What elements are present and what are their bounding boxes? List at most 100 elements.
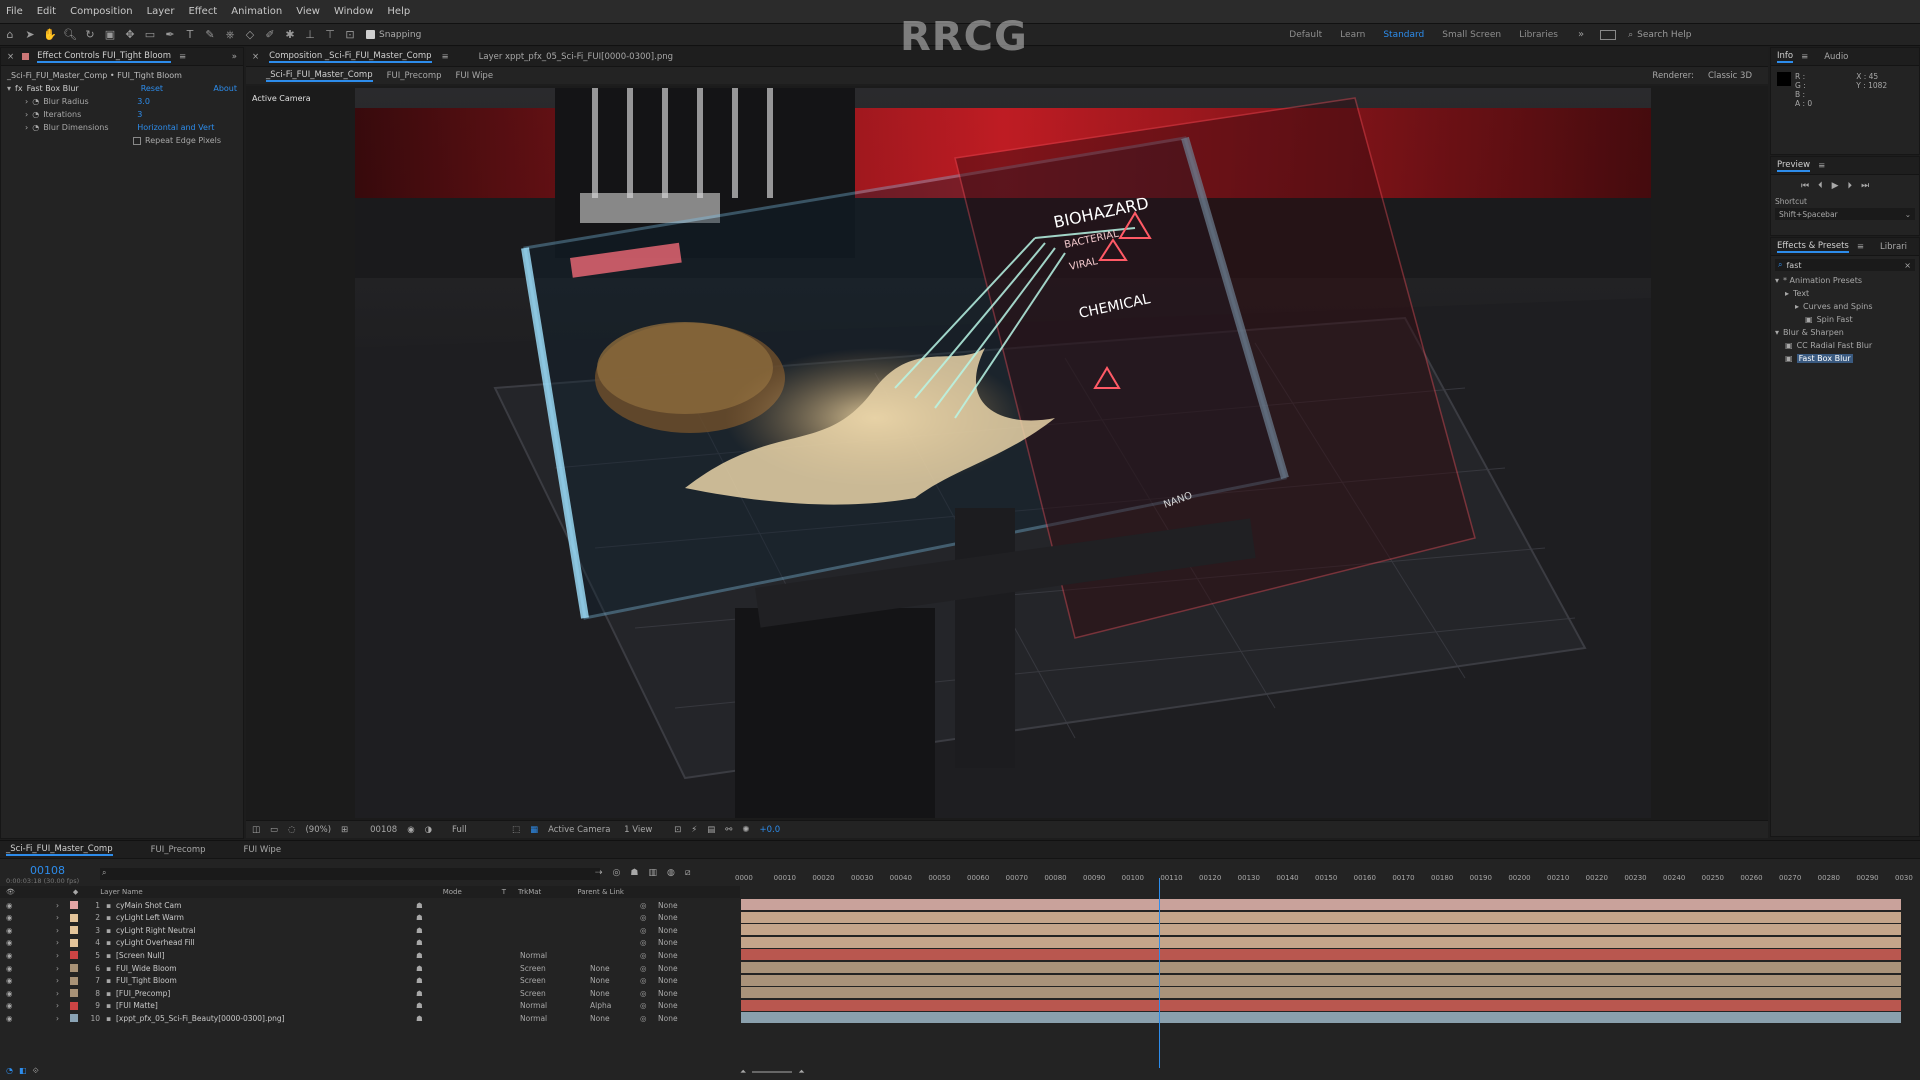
panel-menu-icon[interactable]: ≡: [179, 52, 186, 62]
resolution-dropdown[interactable]: Full: [452, 825, 502, 835]
trkmat-dropdown[interactable]: None: [590, 1014, 630, 1023]
menu-item-composition[interactable]: Composition: [70, 6, 132, 17]
trkmat-dropdown[interactable]: None: [590, 964, 630, 973]
layer-duration-bar[interactable]: [741, 936, 1901, 948]
parent-dropdown[interactable]: None: [658, 989, 718, 998]
puppet-tool-icon[interactable]: ✱: [282, 27, 298, 43]
layer-duration-bar[interactable]: [741, 1012, 1901, 1024]
render-time-icon[interactable]: ◔: [6, 1066, 13, 1076]
expand-arrow-icon[interactable]: ›: [25, 110, 28, 119]
layer-row[interactable]: ◉ › 5 ▪ [Screen Null] ☗ Normal ◎ None: [0, 949, 740, 961]
layer-name[interactable]: cyLight Overhead Fill: [116, 938, 416, 947]
selection-tool-icon[interactable]: ➤: [22, 27, 38, 43]
timeline-tab-2[interactable]: FUI Wipe: [244, 845, 282, 855]
expand-arrow-icon[interactable]: ›: [56, 938, 64, 947]
expand-arrow-icon[interactable]: ›: [25, 123, 28, 132]
pickwhip-icon[interactable]: ◎: [640, 926, 647, 935]
expand-arrow-icon[interactable]: ›: [56, 926, 64, 935]
label-color-swatch[interactable]: [70, 989, 78, 998]
mode-dropdown[interactable]: Screen: [520, 964, 560, 973]
exposure-value[interactable]: +0.0: [759, 825, 780, 835]
reset-link[interactable]: Reset: [141, 84, 163, 93]
expand-arrow-icon[interactable]: ›: [25, 97, 28, 106]
shy-switch-icon[interactable]: ☗: [416, 989, 436, 998]
tab-preview[interactable]: Preview: [1777, 160, 1811, 172]
layer-search-input[interactable]: ⌕: [100, 868, 600, 880]
eye-icon[interactable]: ◉: [6, 989, 16, 998]
tab-effects-presets[interactable]: Effects & Presets: [1777, 241, 1849, 253]
always-preview-icon[interactable]: ◫: [252, 825, 260, 835]
zoom-dropdown[interactable]: (90%): [305, 825, 331, 835]
time-ruler[interactable]: 0000 00010 00020 00030 00040 00050 00060 00070 0…: [735, 870, 1913, 896]
expand-arrow-icon[interactable]: ›: [56, 964, 64, 973]
label-color-swatch[interactable]: [70, 1001, 78, 1010]
parent-dropdown[interactable]: None: [658, 926, 718, 935]
label-color-swatch[interactable]: [70, 938, 78, 947]
layer-name[interactable]: cyLight Left Warm: [116, 913, 416, 922]
pan-behind-tool-icon[interactable]: ✥: [122, 27, 138, 43]
menu-item-layer[interactable]: Layer: [147, 6, 175, 17]
home-icon[interactable]: ⌂: [2, 27, 18, 43]
effects-tree-item[interactable]: ▸ Text: [1771, 287, 1919, 300]
about-link[interactable]: About: [213, 84, 237, 93]
mode-dropdown[interactable]: Screen: [520, 976, 560, 985]
mode-dropdown[interactable]: Screen: [520, 989, 560, 998]
brush-tool-icon[interactable]: ✎: [202, 27, 218, 43]
tab-layer[interactable]: Layer xppt_pfx_05_Sci-Fi_FUI[0000-0300].…: [479, 52, 673, 62]
label-color-swatch[interactable]: [70, 901, 78, 909]
switches-toggle-icon[interactable]: ◧: [19, 1066, 27, 1076]
effects-tree-item[interactable]: ▾ * Animation Presets: [1771, 274, 1919, 287]
layer-row[interactable]: ◉ › 7 ▪ FUI_Tight Bloom ☗ Screen None ◎ None: [0, 975, 740, 987]
rotate-tool-icon[interactable]: ↻: [82, 27, 98, 43]
label-color-swatch[interactable]: [70, 976, 78, 985]
layer-name[interactable]: cyLight Right Neutral: [116, 926, 416, 935]
layer-row[interactable]: ◉ › 8 ▪ [FUI_Precomp] ☗ Screen None ◎ None: [0, 987, 740, 999]
eye-icon[interactable]: ◉: [6, 976, 16, 985]
eye-icon[interactable]: ◉: [6, 964, 16, 973]
pen-tool-icon[interactable]: ✒: [162, 27, 178, 43]
workspace-learn[interactable]: Learn: [1340, 30, 1365, 40]
snapshot-icon[interactable]: ◉: [407, 825, 414, 835]
eye-icon[interactable]: ◉: [6, 913, 16, 922]
stopwatch-icon[interactable]: ◔: [32, 123, 39, 132]
label-color-swatch[interactable]: [70, 951, 78, 960]
trkmat-dropdown[interactable]: Alpha: [590, 1001, 630, 1010]
stopwatch-icon[interactable]: ◔: [32, 97, 39, 106]
fast-preview-icon[interactable]: ⚡: [691, 825, 697, 835]
current-time-display[interactable]: 00108: [30, 864, 65, 877]
layer-duration-bar[interactable]: [741, 911, 1901, 923]
trkmat-dropdown[interactable]: None: [590, 976, 630, 985]
monitor-icon[interactable]: ▭: [270, 825, 278, 835]
layer-duration-bar[interactable]: [741, 949, 1901, 961]
layer-name[interactable]: [FUI_Precomp]: [116, 989, 416, 998]
next-frame-icon[interactable]: ⏵: [1848, 181, 1853, 191]
comp-marker-icon[interactable]: ⇢: [595, 868, 603, 878]
shy-switch-icon[interactable]: ☗: [416, 976, 436, 985]
transparency-grid-icon[interactable]: ▦: [530, 825, 538, 835]
view-layout-dropdown[interactable]: 1 View: [624, 825, 664, 835]
workspace-layout-icon[interactable]: [1600, 29, 1617, 40]
search-help-field[interactable]: Search Help: [1637, 30, 1691, 40]
mask-icon[interactable]: ◌: [288, 825, 295, 835]
draft-3d-icon[interactable]: ◎: [613, 868, 621, 878]
workspace-overflow-icon[interactable]: »: [1578, 29, 1584, 40]
eye-icon[interactable]: ◉: [6, 901, 16, 910]
search-help-icon[interactable]: ⌕: [1628, 30, 1633, 40]
layer-duration-bar[interactable]: [741, 899, 1901, 910]
tab-libraries[interactable]: Librari: [1880, 242, 1907, 252]
flow-wipe[interactable]: FUI Wipe: [456, 71, 494, 81]
parent-dropdown[interactable]: None: [658, 964, 718, 973]
frame-blending-icon[interactable]: ▥: [648, 868, 657, 878]
trkmat-dropdown[interactable]: None: [590, 989, 630, 998]
type-tool-icon[interactable]: T: [182, 27, 198, 43]
parent-dropdown[interactable]: None: [658, 1014, 718, 1023]
last-frame-icon[interactable]: ⏭: [1861, 181, 1869, 191]
menu-item-help[interactable]: Help: [387, 6, 410, 17]
close-icon[interactable]: ×: [7, 52, 14, 62]
timeline-icon[interactable]: ▤: [707, 825, 715, 835]
eye-icon[interactable]: ◉: [6, 1001, 16, 1010]
expand-arrow-icon[interactable]: ›: [56, 1001, 64, 1010]
layer-duration-bar[interactable]: [741, 962, 1901, 973]
layer-name[interactable]: cyMain Shot Cam: [116, 901, 416, 910]
flow-master-comp[interactable]: _Sci-Fi_FUI_Master_Comp: [266, 70, 373, 82]
